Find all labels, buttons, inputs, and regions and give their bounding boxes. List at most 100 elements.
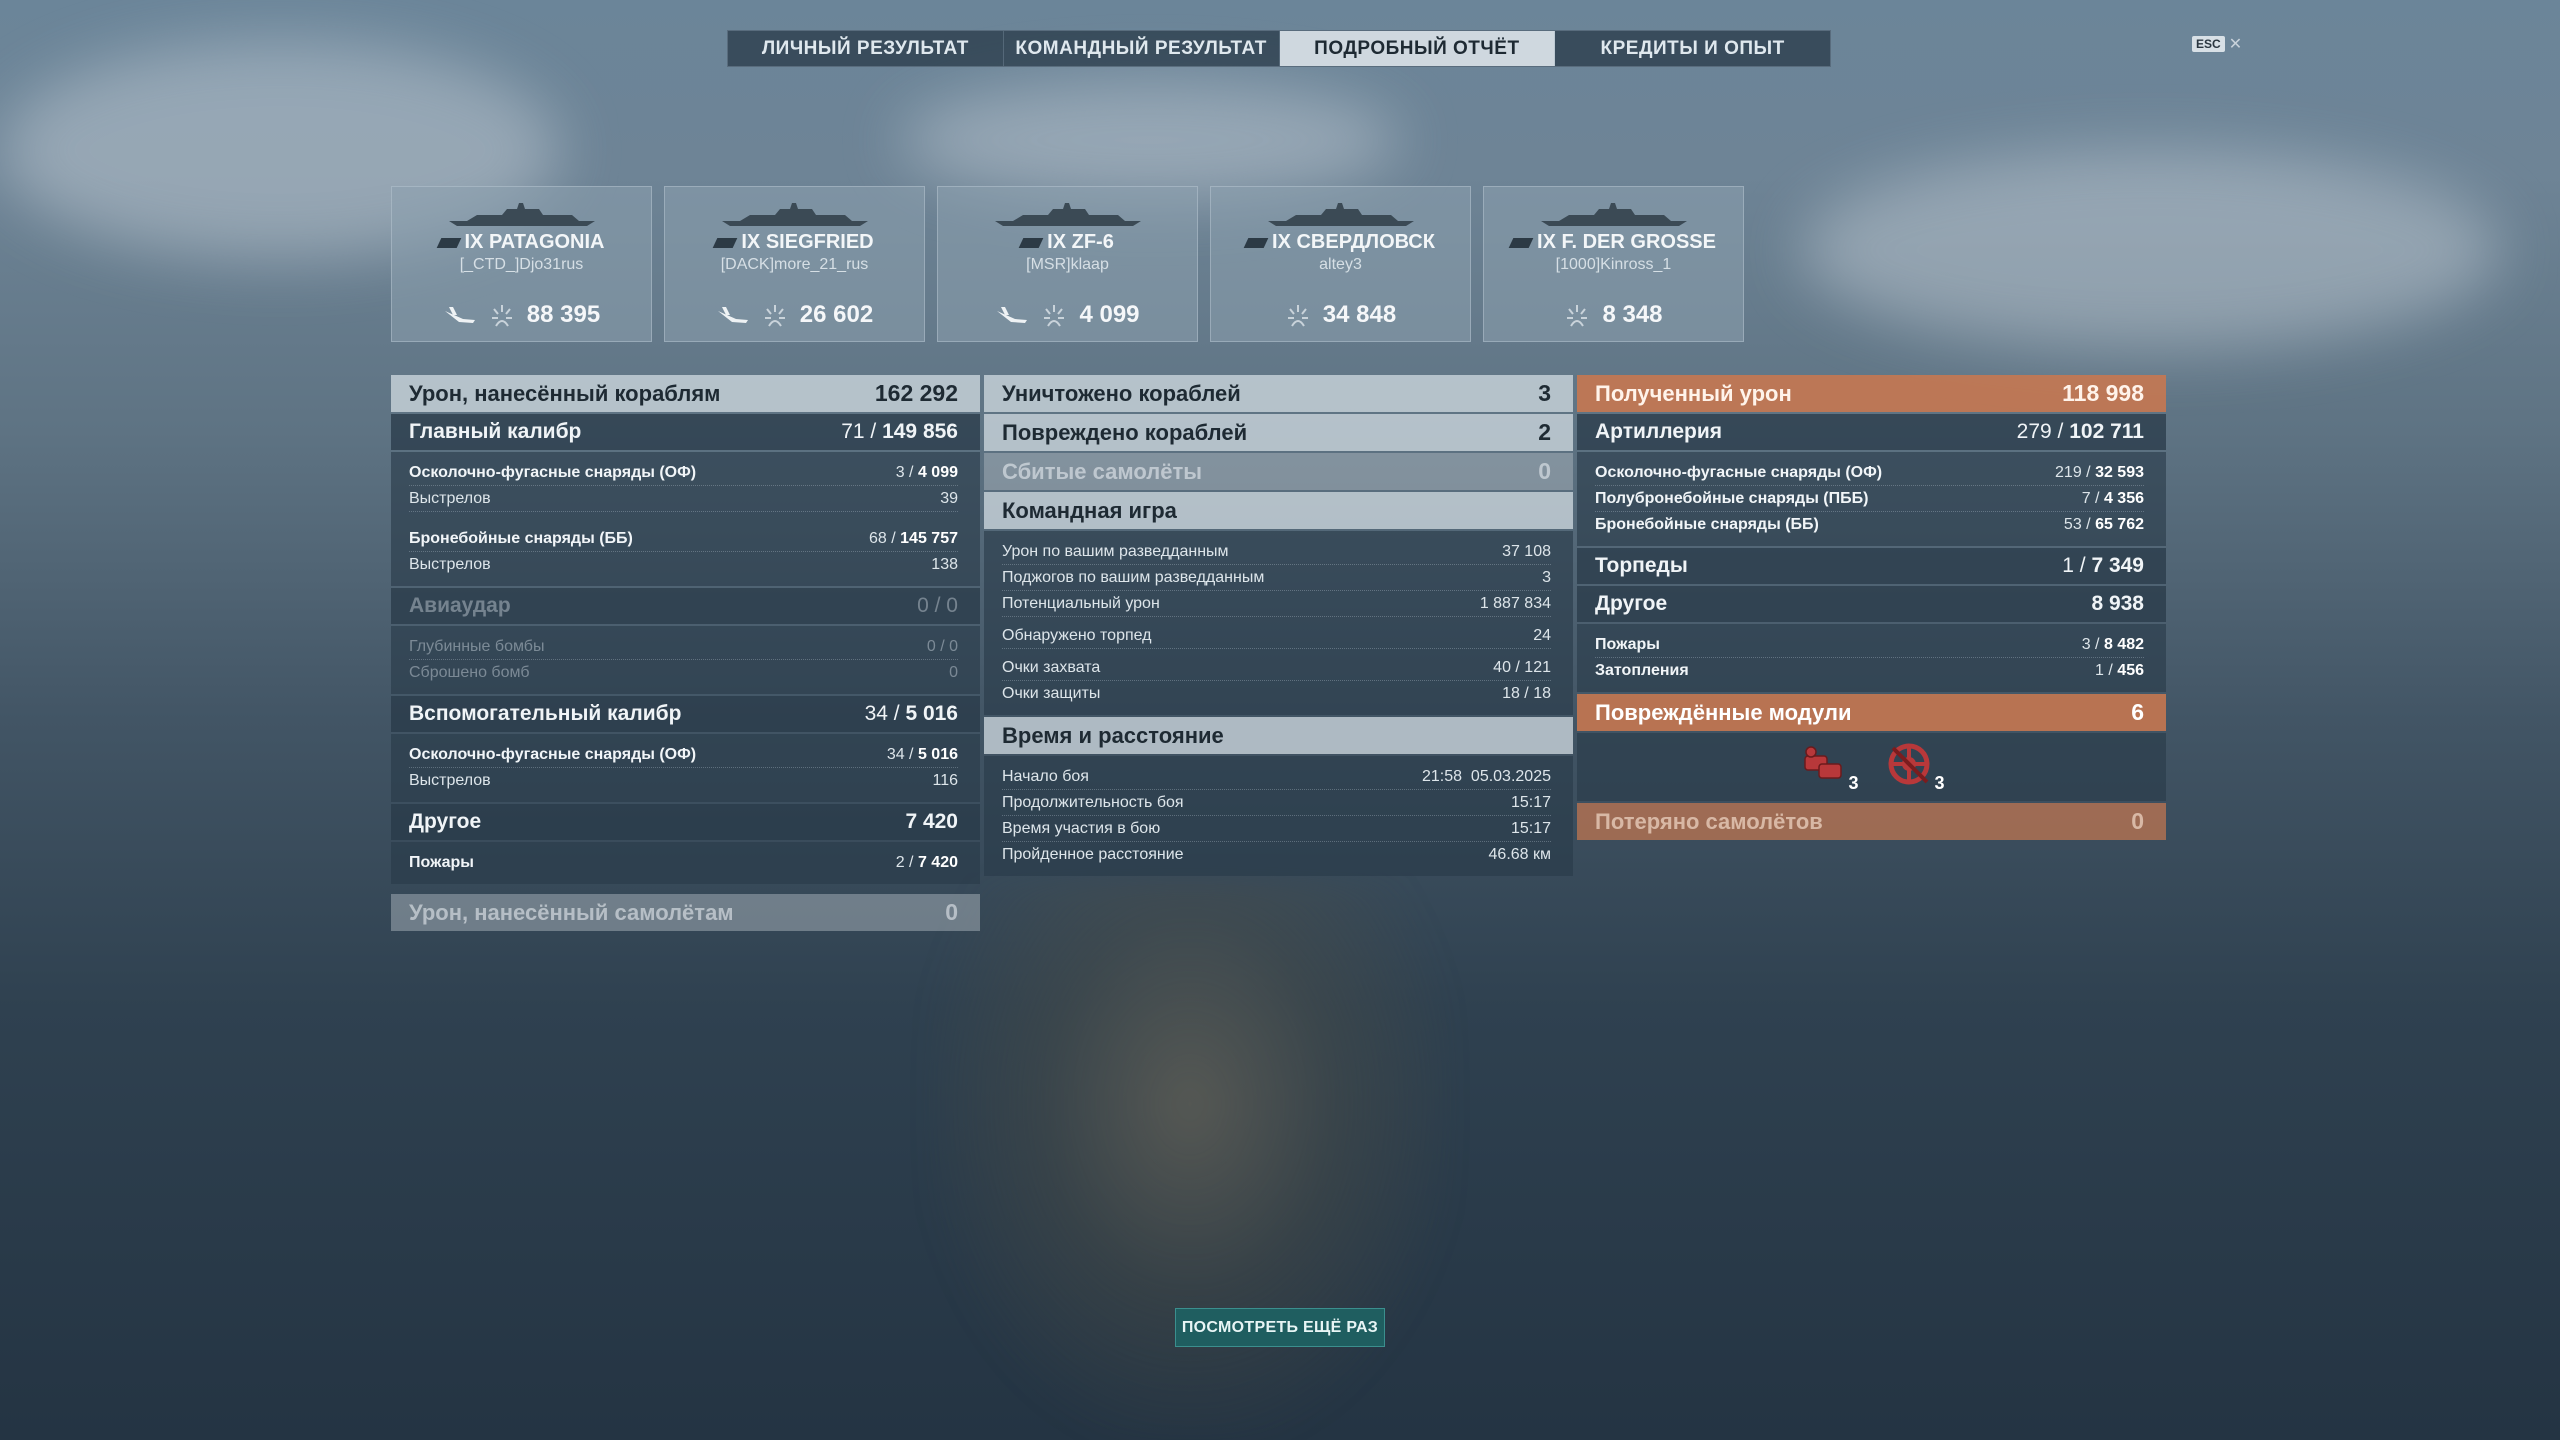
dealt-damage-header[interactable]: Урон, нанесённый кораблям 162 292: [391, 375, 980, 412]
bombs-dropped-row: Сброшено бомб 0: [409, 664, 958, 681]
tab-credits-xp[interactable]: КРЕДИТЫ И ОПЫТ: [1555, 31, 1830, 66]
received-other-row: Другое 8 938: [1577, 586, 2166, 622]
he-shells-row: Осколочно-фугасные снаряды (ОФ) 3 / 4 09…: [409, 460, 958, 486]
artillery-row: Артиллерия 279 / 102 711: [1577, 414, 2166, 450]
damage-value: 8 348: [1602, 301, 1663, 328]
ship-damage-stats: 4 099: [938, 301, 1197, 329]
tab-team-result[interactable]: КОМАНДНЫЙ РЕЗУЛЬТАТ: [1004, 31, 1280, 66]
damaged-modules-list: 3 3: [1577, 733, 2166, 801]
player-name: altey3: [1319, 256, 1362, 273]
damage-burst-icon: [1567, 305, 1588, 327]
player-name: [1000]Kinross_1: [1555, 256, 1672, 273]
background-ship: [930, 880, 1450, 1440]
ship-damage-stats: 34 848: [1211, 301, 1470, 329]
report-tabs: ЛИЧНЫЙ РЕЗУЛЬТАТ КОМАНДНЫЙ РЕЗУЛЬТАТ ПОД…: [727, 30, 1831, 67]
spotting-plane-icon: [997, 307, 1028, 323]
ships-destroyed-header[interactable]: Уничтожено кораблей 3: [984, 375, 1573, 412]
damage-value: 26 602: [799, 301, 874, 328]
received-he-row: Осколочно-фугасные снаряды (ОФ) 219 / 32…: [1595, 460, 2144, 486]
airstrike-details: Глубинные бомбы 0 / 0 Сброшено бомб 0: [391, 626, 980, 694]
background-cloud: [900, 80, 1400, 200]
other-damage-details: Пожары 2 / 7 420: [391, 842, 980, 884]
received-flooding-row: Затопления 1 / 456: [1595, 662, 2144, 679]
steering-module-icon[interactable]: 3: [1885, 740, 1945, 794]
ap-shells-row: Бронебойные снаряды (ББ) 68 / 145 757: [409, 526, 958, 552]
damage-value: 34 848: [1322, 301, 1397, 328]
damage-value: 4 099: [1079, 301, 1140, 328]
damage-value: 88 395: [526, 301, 601, 328]
defense-points-row: Очки защиты 18 / 18: [1002, 685, 1551, 702]
time-distance-header: Время и расстояние: [984, 717, 1573, 754]
ship-damage-stats: 8 348: [1484, 301, 1743, 329]
torpedoes-row: Торпеды 1 / 7 349: [1577, 548, 2166, 584]
received-damage-header[interactable]: Полученный урон 118 998: [1577, 375, 2166, 412]
secondary-he-row: Осколочно-фугасные снаряды (ОФ) 34 / 5 0…: [409, 742, 958, 768]
team-play-header: Командная игра: [984, 492, 1573, 529]
ship-name: IX SIEGFRIED: [713, 231, 874, 254]
received-other-details: Пожары 3 / 8 482 Затопления 1 / 456: [1577, 624, 2166, 692]
ship-card[interactable]: IX F. DER GROSSE [1000]Kinross_1 8 348: [1483, 186, 1744, 342]
main-battery-row: Главный калибр 71 / 149 856: [391, 414, 980, 450]
team-play-details: Урон по вашим разведданным 37 108 Поджого…: [984, 531, 1573, 715]
depth-charges-row: Глубинные бомбы 0 / 0: [409, 634, 958, 660]
battle-duration-row: Продолжительность боя 15:17: [1002, 790, 1551, 816]
damaged-ships-list: IX PATAGONIA [_CTD_]Djo31rus 88 395 IX S…: [391, 186, 1744, 342]
ship-card[interactable]: IX ZF-6 [MSR]klaap 4 099: [937, 186, 1198, 342]
ship-damage-stats: 26 602: [665, 301, 924, 329]
received-ap-row: Бронебойные снаряды (ББ) 53 / 65 762: [1595, 516, 2144, 533]
distance-row: Пройденное расстояние 46.68 км: [1002, 846, 1551, 863]
row-value: 71 / 149 856: [841, 420, 958, 443]
dealt-damage-panel: Урон, нанесённый кораблям 162 292 Главны…: [391, 375, 980, 933]
nation-flag-icon: [1018, 237, 1044, 248]
ship-damage-stats: 88 395: [392, 301, 651, 329]
nation-flag-icon: [1508, 237, 1534, 248]
close-button[interactable]: ESC ✕: [2192, 34, 2242, 54]
torpedoes-spotted-row: Обнаружено торпед 24: [1002, 623, 1551, 649]
ship-silhouette-icon: [448, 203, 595, 226]
ship-name: IX F. DER GROSSE: [1508, 231, 1716, 254]
ship-name: IX ZF-6: [1018, 231, 1114, 254]
ship-silhouette-icon: [1267, 203, 1414, 226]
spotting-damage-row: Урон по вашим разведданным 37 108: [1002, 539, 1551, 565]
ships-damaged-header[interactable]: Повреждено кораблей 2: [984, 414, 1573, 451]
secondary-battery-details: Осколочно-фугасные снаряды (ОФ) 34 / 5 0…: [391, 734, 980, 802]
tab-detailed-report[interactable]: ПОДРОБНЫЙ ОТЧЁТ: [1279, 31, 1556, 66]
damaged-modules-header[interactable]: Повреждённые модули 6: [1577, 694, 2166, 731]
nation-flag-icon: [1243, 237, 1269, 248]
spotting-plane-icon: [444, 307, 475, 323]
ship-card[interactable]: IX SIEGFRIED [DACK]more_21_rus 26 602: [664, 186, 925, 342]
ship-card[interactable]: IX PATAGONIA [_CTD_]Djo31rus 88 395: [391, 186, 652, 342]
close-icon: ✕: [2228, 36, 2243, 53]
damage-burst-icon: [491, 305, 512, 327]
he-shots-row: Выстрелов 39: [409, 486, 958, 512]
artillery-details: Осколочно-фугасные снаряды (ОФ) 219 / 32…: [1577, 452, 2166, 546]
watch-replay-button[interactable]: ПОСМОТРЕТЬ ЕЩЁ РАЗ: [1175, 1308, 1385, 1347]
ship-name: IX PATAGONIA: [436, 231, 605, 254]
player-name: [_CTD_]Djo31rus: [459, 256, 584, 273]
planes-shot-down-header[interactable]: Сбитые самолёты 0: [984, 453, 1573, 490]
nation-flag-icon: [436, 237, 461, 248]
header-label: Урон, нанесённый кораблям: [409, 380, 721, 406]
tab-personal-result[interactable]: ЛИЧНЫЙ РЕЗУЛЬТАТ: [728, 31, 1004, 66]
planes-lost-header[interactable]: Потеряно самолётов 0: [1577, 803, 2166, 840]
aircraft-damage-header[interactable]: Урон, нанесённый самолётам 0: [391, 894, 980, 931]
battle-start-row: Начало боя 21:58 05.03.2025: [1002, 764, 1551, 790]
background-cloud: [1800, 150, 2500, 350]
airstrike-row: Авиаудар 0 / 0: [391, 588, 980, 624]
ship-card[interactable]: IX СВЕРДЛОВСК altey3 34 848: [1210, 186, 1471, 342]
header-value: 162 292: [874, 380, 958, 406]
damage-burst-icon: [1044, 305, 1065, 327]
received-sap-row: Полубронебойные снаряды (ПББ) 7 / 4 356: [1595, 486, 2144, 512]
fires-row: Пожары 2 / 7 420: [409, 854, 958, 871]
received-fires-row: Пожары 3 / 8 482: [1595, 632, 2144, 658]
spotting-fires-row: Поджогов по вашим разведданным 3: [1002, 565, 1551, 591]
esc-key-label: ESC: [2192, 36, 2225, 52]
capture-points-row: Очки захвата 40 / 121: [1002, 655, 1551, 681]
secondary-battery-row: Вспомогательный калибр 34 / 5 016: [391, 696, 980, 732]
other-damage-row: Другое 7 420: [391, 804, 980, 840]
ap-shots-row: Выстрелов 138: [409, 556, 958, 573]
battle-stats-panel: Уничтожено кораблей 3 Повреждено кораблей…: [984, 375, 1573, 878]
damage-burst-icon: [764, 305, 785, 327]
ship-silhouette-icon: [994, 203, 1141, 226]
engine-module-icon[interactable]: 3: [1799, 740, 1859, 794]
